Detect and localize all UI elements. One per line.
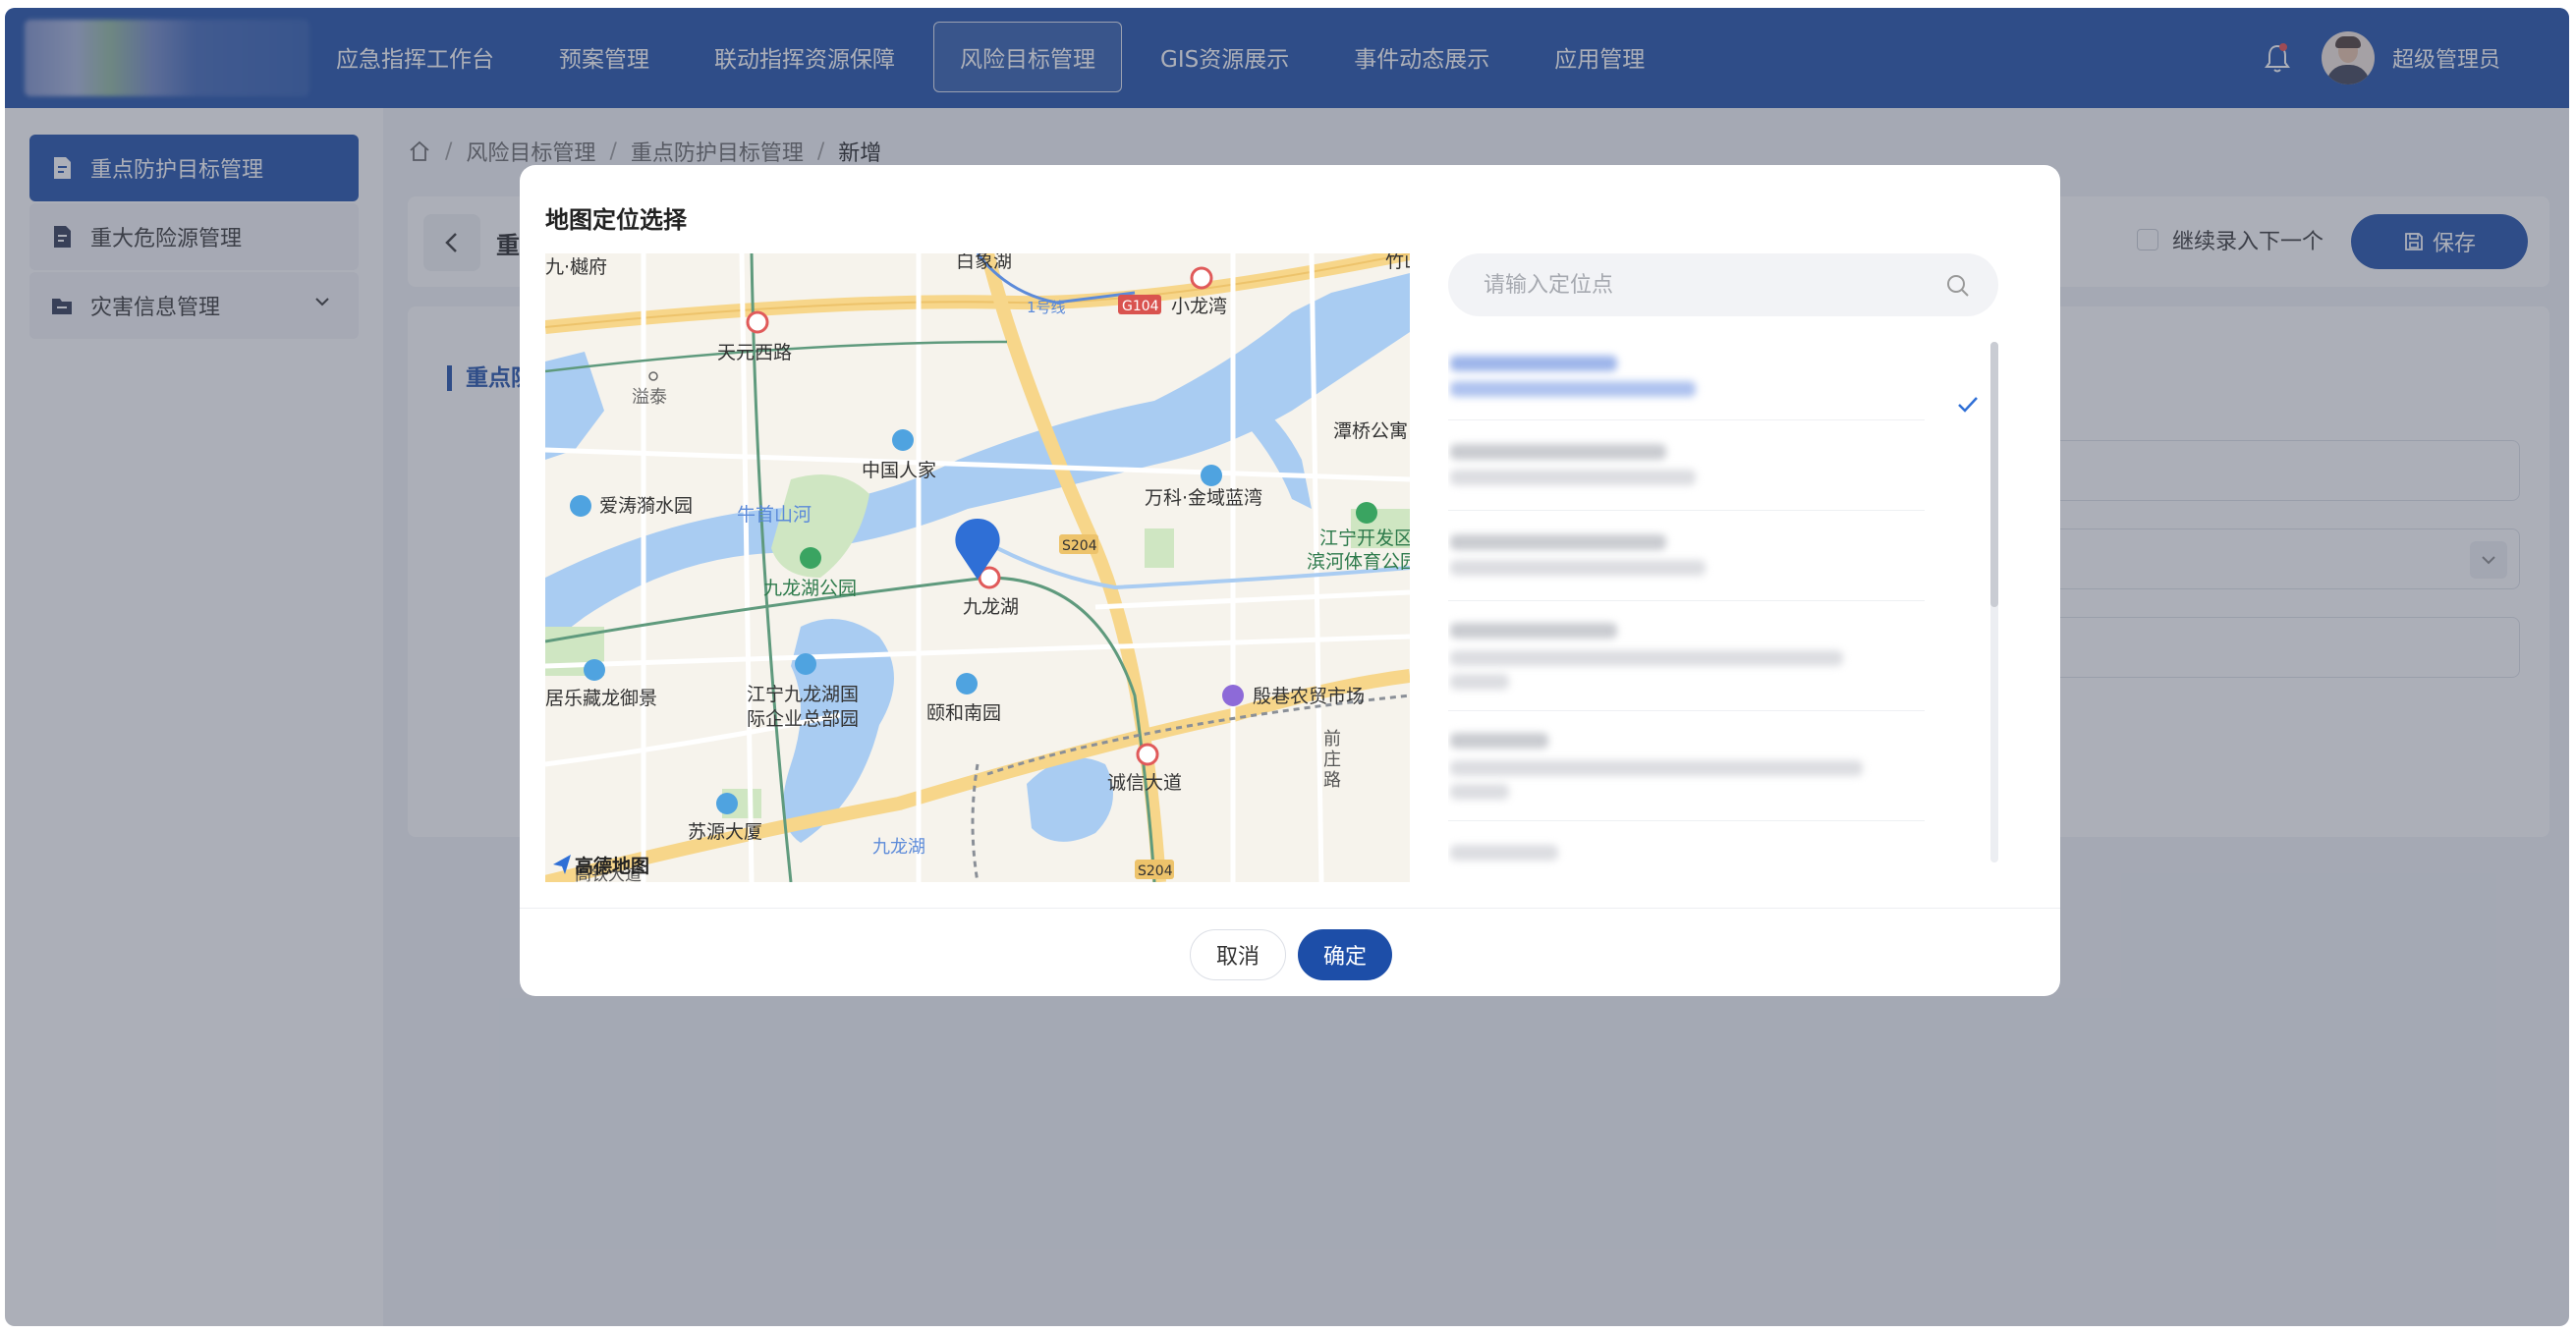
map-label: 江宁开发区 [1319, 528, 1410, 549]
map-label: 滨河体育公园 [1307, 551, 1410, 573]
map-label: 万科·金域蓝湾 [1145, 487, 1262, 509]
map-label: 1号线 [1027, 299, 1066, 316]
map-label: 白象湖 [956, 253, 1012, 272]
check-icon [1958, 397, 1978, 413]
map-label: 天元西路 [717, 342, 792, 363]
map-label: 诚信大道 [1107, 772, 1182, 794]
map-label: 牛首山河 [737, 504, 812, 526]
map-label: 潭桥公寓 [1333, 420, 1408, 442]
map-label: 江宁九龙湖国 [747, 684, 859, 705]
search-input[interactable] [1484, 253, 1916, 316]
location-search [1448, 253, 1998, 316]
map-view[interactable]: 九·樾府 白象湖 竹山 天元西路 溢泰 小龙湾 1号线 G104 中国人家 爱涛… [545, 253, 1410, 882]
confirm-button[interactable]: 确定 [1298, 929, 1392, 980]
road-shield: G104 [1122, 299, 1159, 314]
map-label: 殷巷农贸市场 [1253, 686, 1365, 707]
list-item[interactable] [1448, 511, 1925, 601]
map-location-dialog: 地图定位选择 九·樾府 白象湖 竹 天元西路 溢泰 小龙湾 1号线 G104 中… [520, 165, 2060, 996]
cancel-button[interactable]: 取消 [1190, 929, 1286, 980]
map-label: 颐和南园 [926, 702, 1001, 724]
search-icon[interactable] [1945, 273, 1971, 299]
map-label: 溢泰 [632, 387, 667, 408]
map-label: 际企业总部园 [747, 708, 859, 730]
map-label: 九·樾府 [545, 256, 607, 278]
map-label: 庄 [1323, 750, 1341, 770]
road-shield: S204 [1062, 538, 1097, 554]
map-label: 苏源大厦 [688, 821, 762, 843]
list-item[interactable] [1448, 601, 1925, 711]
road-shield: S204 [1138, 863, 1173, 879]
list-item[interactable] [1448, 821, 1925, 872]
map-label: 九龙湖 [872, 837, 925, 858]
map-canvas[interactable]: 九·樾府 白象湖 竹山 天元西路 溢泰 小龙湾 1号线 G104 中国人家 爱涛… [545, 253, 1410, 882]
list-item[interactable] [1448, 711, 1925, 821]
map-label: 前 [1323, 729, 1341, 750]
app-frame: 应急指挥工作台 预案管理 联动指挥资源保障 风险目标管理 GIS资源展示 事件动… [5, 8, 2569, 1326]
map-label: 爱涛漪水园 [599, 495, 693, 517]
list-item[interactable] [1448, 420, 1925, 511]
map-label: 九龙湖 [963, 596, 1019, 618]
map-label: 路 [1323, 770, 1341, 791]
map-label: 九龙湖公园 [763, 578, 857, 599]
map-label: 小龙湾 [1171, 296, 1227, 317]
map-label: 中国人家 [862, 460, 936, 481]
map-label: 居乐藏龙御景 [545, 688, 657, 709]
list-item[interactable] [1448, 334, 1978, 420]
map-label: 竹山 [1385, 253, 1410, 272]
dialog-footer-divider [520, 908, 2060, 909]
dialog-title: 地图定位选择 [545, 206, 687, 234]
svg-text:高德地图: 高德地图 [575, 855, 649, 877]
results-scrollbar[interactable] [1990, 342, 1998, 862]
search-results-list [1448, 334, 2003, 872]
